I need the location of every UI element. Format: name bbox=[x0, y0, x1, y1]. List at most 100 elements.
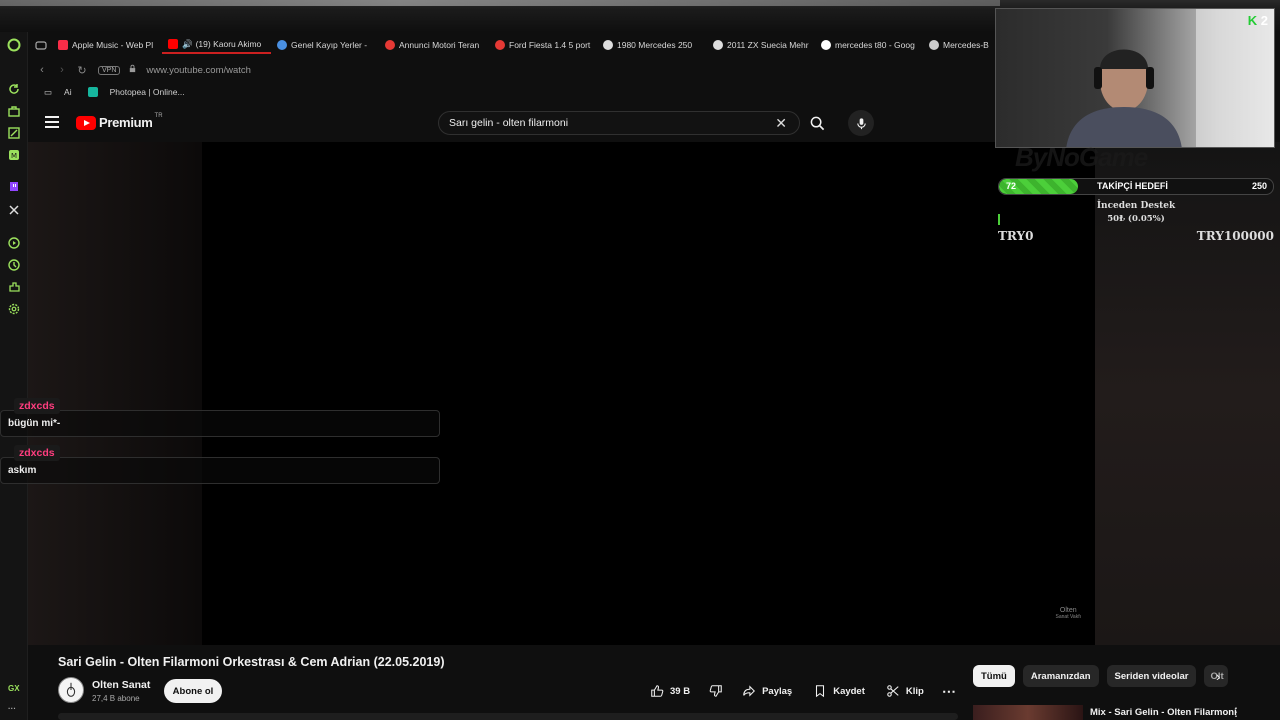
donation-goal-value: 50₺ (0.05%) bbox=[1107, 214, 1165, 224]
x-twitter-icon[interactable] bbox=[7, 203, 21, 217]
mix-thumbnail[interactable] bbox=[973, 705, 1083, 720]
clear-search-icon[interactable]: ✕ bbox=[775, 115, 787, 132]
donation-max: TRY100000 bbox=[1196, 229, 1274, 243]
chat-message bbox=[0, 457, 440, 484]
goal-max: 250 bbox=[1251, 181, 1267, 191]
vpn-badge[interactable]: VPN bbox=[98, 65, 121, 75]
bookmark-photopea[interactable]: Photopea | Online... bbox=[80, 87, 185, 97]
google-icon bbox=[821, 40, 831, 50]
subscriber-count: 27,4 B abone bbox=[92, 694, 140, 703]
chat-text: bügün mi*- bbox=[8, 418, 61, 429]
chat-username: zdxcds bbox=[14, 445, 60, 461]
description-box-edge bbox=[58, 713, 958, 720]
kick-badge: K 2 bbox=[1247, 13, 1268, 28]
search-icon bbox=[810, 116, 824, 130]
refresh-panel-icon[interactable] bbox=[7, 82, 21, 96]
settings-gear-icon[interactable] bbox=[7, 302, 21, 316]
folder-icon: ▭ bbox=[44, 86, 53, 97]
clip-button[interactable]: Klip bbox=[878, 679, 932, 703]
mercedes-icon bbox=[929, 40, 939, 50]
video-player[interactable]: Olten Sanat Vakfı bbox=[28, 142, 1095, 645]
reload-icon[interactable]: ↻ bbox=[76, 64, 88, 77]
related-filter-chips: Tümü Aramanızdan Seriden videolar Olt bbox=[973, 665, 1229, 687]
search-input[interactable]: Sarı gelin - olten filarmoni ✕ bbox=[438, 111, 800, 135]
video-actions: 39 B Paylaş Kaydet Klip ⋯ bbox=[642, 679, 961, 703]
site-icon bbox=[495, 40, 505, 50]
gx-label: GX bbox=[8, 684, 20, 693]
forward-icon[interactable]: › bbox=[56, 64, 68, 76]
play-icon[interactable] bbox=[7, 236, 21, 250]
site-icon bbox=[385, 40, 395, 50]
goal-label: TAKİPÇİ HEDEFİ bbox=[1097, 181, 1168, 191]
chip-series[interactable]: Seriden videolar bbox=[1106, 665, 1197, 687]
tab-8[interactable]: Mercedes-B bbox=[923, 36, 993, 54]
messenger-icon[interactable]: M bbox=[7, 148, 21, 162]
opera-logo-icon[interactable] bbox=[7, 38, 21, 52]
youtube-premium-logo[interactable]: Premium TR bbox=[76, 113, 163, 130]
tab-menu-icon[interactable] bbox=[34, 38, 48, 52]
extensions-icon[interactable] bbox=[7, 280, 21, 294]
hamburger-menu-icon[interactable] bbox=[45, 116, 59, 128]
site-icon bbox=[603, 40, 613, 50]
back-icon[interactable]: ‹ bbox=[36, 64, 48, 76]
youtube-header: Premium TR Sarı gelin - olten filarmoni … bbox=[28, 104, 998, 142]
thumbs-down-icon bbox=[709, 685, 722, 697]
tab-0[interactable]: Apple Music - Web Pl bbox=[52, 36, 162, 54]
pen-icon[interactable] bbox=[7, 126, 21, 140]
youtube-icon bbox=[168, 39, 178, 49]
bag-icon[interactable] bbox=[7, 104, 21, 118]
youtube-logo-icon bbox=[76, 115, 96, 130]
tab-6[interactable]: 2011 ZX Suecia Mehr bbox=[707, 36, 815, 54]
speaker-icon: 🔊 bbox=[182, 38, 193, 49]
microphone-icon bbox=[856, 117, 866, 129]
search-button[interactable] bbox=[802, 111, 832, 135]
follower-goal-bar: 72 TAKİPÇİ HEDEFİ 250 bbox=[998, 178, 1274, 195]
share-icon bbox=[743, 685, 756, 697]
streamer-silhouette bbox=[1066, 9, 1274, 147]
apple-music-icon bbox=[58, 40, 68, 50]
video-left-edge bbox=[28, 142, 202, 645]
channel-avatar[interactable] bbox=[58, 677, 84, 703]
tab-2[interactable]: Genel Kayıp Yerler - bbox=[271, 36, 379, 54]
chip-from-search[interactable]: Aramanızdan bbox=[1022, 665, 1099, 687]
twitch-icon[interactable] bbox=[7, 180, 21, 194]
more-actions-icon[interactable]: ⋯ bbox=[937, 679, 961, 703]
like-button[interactable]: 39 B bbox=[642, 679, 698, 703]
chat-text: askım bbox=[8, 465, 37, 476]
channel-logo-icon bbox=[66, 682, 76, 697]
tab-4[interactable]: Ford Fiesta 1.4 5 port bbox=[489, 36, 597, 54]
sidebar-more-icon[interactable]: ··· bbox=[8, 704, 16, 713]
tab-5[interactable]: 1980 Mercedes 250 bbox=[597, 36, 707, 54]
bookmark-folder-ai[interactable]: ▭ Ai bbox=[36, 87, 72, 98]
browser-sidebar: M GX ··· bbox=[0, 32, 28, 720]
thumbs-up-icon bbox=[651, 685, 664, 697]
tab-7[interactable]: mercedes t80 - Goog bbox=[815, 36, 923, 54]
webcam-overlay: K 2 bbox=[995, 8, 1275, 148]
tab-3[interactable]: Annunci Motori Teran bbox=[379, 36, 489, 54]
lock-icon bbox=[128, 64, 138, 76]
screen: M GX ··· Apple Music - Web Pl 🔊 (19) Kaor… bbox=[0, 0, 1280, 720]
tab-bar: Apple Music - Web Pl 🔊 (19) Kaoru Akimo G… bbox=[28, 36, 998, 54]
mix-title[interactable]: Mix - Sari Gelin - Olten Filarmoni bbox=[1090, 707, 1237, 718]
bookmarks-bar: ▭ Ai Photopea | Online... bbox=[28, 84, 185, 100]
share-button[interactable]: Paylaş bbox=[734, 679, 800, 703]
donation-min: TRY0 bbox=[998, 229, 1034, 243]
tab-1[interactable]: 🔊 (19) Kaoru Akimo bbox=[162, 36, 271, 54]
voice-search-button[interactable] bbox=[848, 110, 874, 136]
mix-more-icon[interactable]: ⋮ bbox=[1230, 705, 1242, 719]
chat-message bbox=[0, 410, 440, 437]
chevron-right-icon[interactable]: › bbox=[1216, 669, 1220, 684]
bookmark-icon bbox=[816, 685, 825, 698]
donation-goal-title: İnceden Destek bbox=[1096, 201, 1176, 211]
channel-name[interactable]: Olten Sanat bbox=[92, 679, 150, 691]
chip-all[interactable]: Tümü bbox=[973, 665, 1015, 687]
site-icon bbox=[713, 40, 723, 50]
url-field[interactable]: www.youtube.com/watch bbox=[146, 65, 251, 76]
channel-watermark: Olten Sanat Vakfı bbox=[1055, 607, 1081, 620]
save-button[interactable]: Kaydet bbox=[805, 679, 873, 703]
subscribe-button[interactable]: Abone ol bbox=[164, 679, 222, 703]
dislike-button[interactable] bbox=[703, 679, 729, 703]
address-bar: ‹ › ↻ VPN www.youtube.com/watch bbox=[28, 60, 998, 80]
history-icon[interactable] bbox=[7, 258, 21, 272]
globe-icon bbox=[277, 40, 287, 50]
